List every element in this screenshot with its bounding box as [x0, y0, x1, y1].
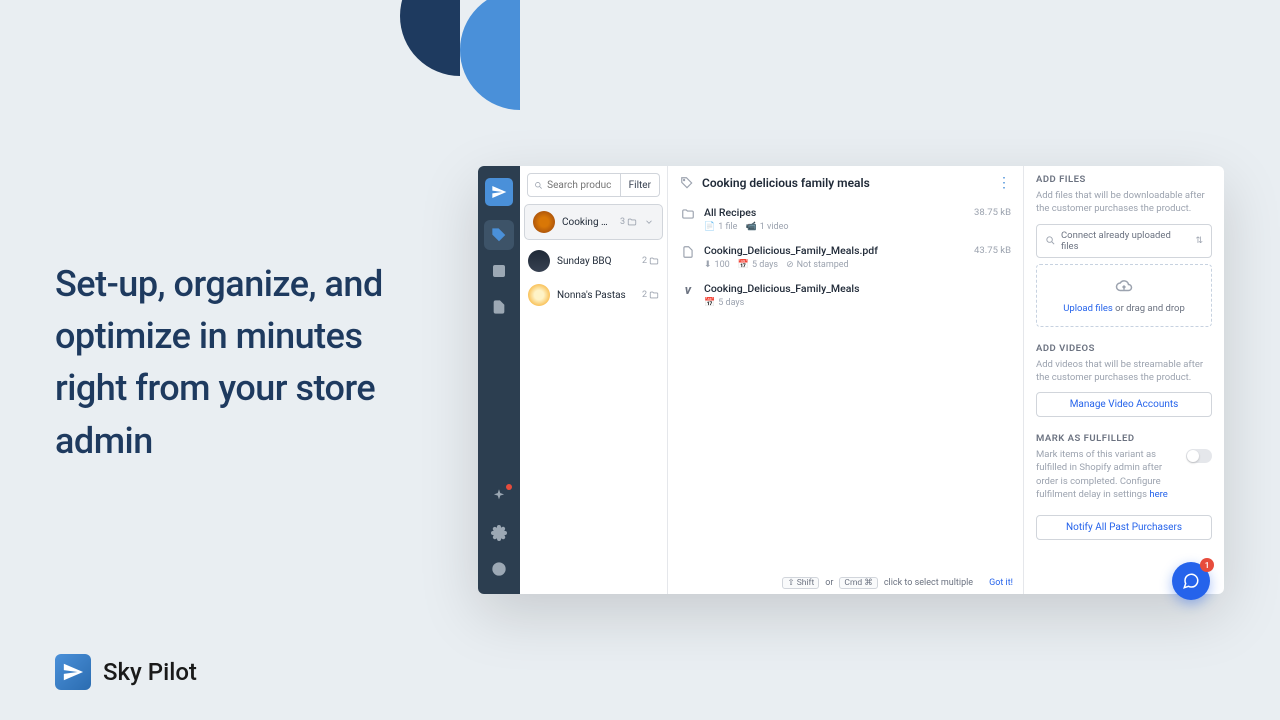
chevron-updown-icon: ⇅	[1195, 236, 1203, 246]
notify-purchasers-button[interactable]: Notify All Past Purchasers	[1036, 515, 1212, 540]
chevron-down-icon	[644, 217, 654, 227]
product-thumb	[528, 284, 550, 306]
upload-dropzone[interactable]: Upload files or drag and drop	[1036, 264, 1212, 327]
product-item-2[interactable]: Nonna's Pastas 2	[520, 278, 667, 312]
product-thumb	[528, 250, 550, 272]
file-size: 38.75 kB	[974, 206, 1011, 232]
detail-title: Cooking delicious family meals	[702, 176, 989, 190]
chat-badge: 1	[1200, 558, 1214, 572]
product-name: Cooking delicious f...	[562, 217, 613, 228]
keyboard-hint: ⇧ Shift or Cmd ⌘ click to select multipl…	[668, 572, 1023, 594]
add-videos-desc: Add videos that will be streamable after…	[1036, 358, 1212, 385]
product-name: Nonna's Pastas	[557, 290, 635, 301]
tag-icon	[680, 176, 694, 190]
decor-circle-light	[460, 0, 580, 110]
here-link[interactable]: here	[1149, 489, 1167, 500]
nav-sparkle-icon[interactable]	[484, 482, 514, 512]
product-item-0[interactable]: Cooking delicious f... 3	[524, 204, 663, 240]
cloud-upload-icon	[1045, 277, 1203, 298]
right-panel: ADD FILES Add files that will be downloa…	[1024, 166, 1224, 594]
product-file-count: 2	[642, 256, 659, 266]
add-videos-heading: ADD VIDEOS	[1036, 343, 1212, 354]
search-icon	[534, 180, 543, 191]
manage-video-button[interactable]: Manage Video Accounts	[1036, 392, 1212, 417]
kbd-cmd: Cmd ⌘	[839, 577, 877, 589]
file-title: Cooking_Delicious_Family_Meals	[704, 282, 1011, 295]
chat-fab[interactable]: 1	[1172, 562, 1210, 600]
filter-button[interactable]: Filter	[621, 173, 660, 197]
mark-fulfilled-heading: MARK AS FULFILLED	[1036, 433, 1212, 444]
file-detail-panel: Cooking delicious family meals ⋮ All Rec…	[668, 166, 1024, 594]
nav-settings-icon[interactable]	[484, 518, 514, 548]
search-input-wrapper[interactable]	[527, 173, 621, 197]
marketing-headline: Set-up, organize, and optimize in minute…	[55, 258, 395, 467]
add-files-desc: Add files that will be downloadable afte…	[1036, 189, 1212, 216]
kbd-shift: ⇧ Shift	[782, 577, 819, 589]
product-file-count: 3	[620, 217, 637, 227]
file-row-1[interactable]: Cooking_Delicious_Family_Meals.pdf ⬇ 100…	[678, 238, 1013, 276]
upload-files-link[interactable]: Upload files	[1063, 303, 1113, 314]
product-file-count: 2	[642, 290, 659, 300]
search-input[interactable]	[547, 180, 613, 191]
add-files-heading: ADD FILES	[1036, 174, 1212, 185]
mark-fulfilled-desc: Mark items of this variant as fulfilled …	[1036, 448, 1178, 501]
file-title: Cooking_Delicious_Family_Meals.pdf	[704, 244, 966, 257]
search-icon	[1045, 235, 1056, 246]
file-row-0[interactable]: All Recipes 📄 1 file 📹 1 video 38.75 kB	[678, 200, 1013, 238]
product-thumb	[533, 211, 555, 233]
vimeo-icon: v	[680, 282, 696, 308]
nav-files-icon[interactable]	[484, 292, 514, 322]
file-size: 43.75 kB	[974, 244, 1011, 270]
file-meta: 📅 5 days	[704, 298, 1011, 308]
product-item-1[interactable]: Sunday BBQ 2	[520, 244, 667, 278]
app-logo-icon	[485, 178, 513, 206]
file-icon	[680, 244, 696, 270]
nav-products-icon[interactable]	[484, 220, 514, 250]
connect-files-select[interactable]: Connect already uploaded files ⇅	[1036, 224, 1212, 258]
got-it-link[interactable]: Got it!	[989, 578, 1013, 588]
brand-name: Sky Pilot	[103, 658, 197, 686]
nav-downloads-icon[interactable]	[484, 256, 514, 286]
file-meta: ⬇ 100 📅 5 days ⊘ Not stamped	[704, 260, 966, 270]
fulfilled-toggle[interactable]	[1186, 449, 1212, 463]
brand-icon	[55, 654, 91, 690]
more-actions-icon[interactable]: ⋮	[997, 176, 1011, 190]
file-meta: 📄 1 file 📹 1 video	[704, 222, 966, 232]
product-list-panel: Filter Cooking delicious f... 3 Sunday B…	[520, 166, 668, 594]
file-title: All Recipes	[704, 206, 966, 219]
nav-account-icon[interactable]	[484, 554, 514, 584]
product-name: Sunday BBQ	[557, 256, 635, 267]
file-row-2[interactable]: v Cooking_Delicious_Family_Meals 📅 5 day…	[678, 276, 1013, 314]
app-window: Filter Cooking delicious f... 3 Sunday B…	[478, 166, 1224, 594]
brand-lockup: Sky Pilot	[55, 654, 197, 690]
nav-sidebar	[478, 166, 520, 594]
folder-icon	[680, 206, 696, 232]
